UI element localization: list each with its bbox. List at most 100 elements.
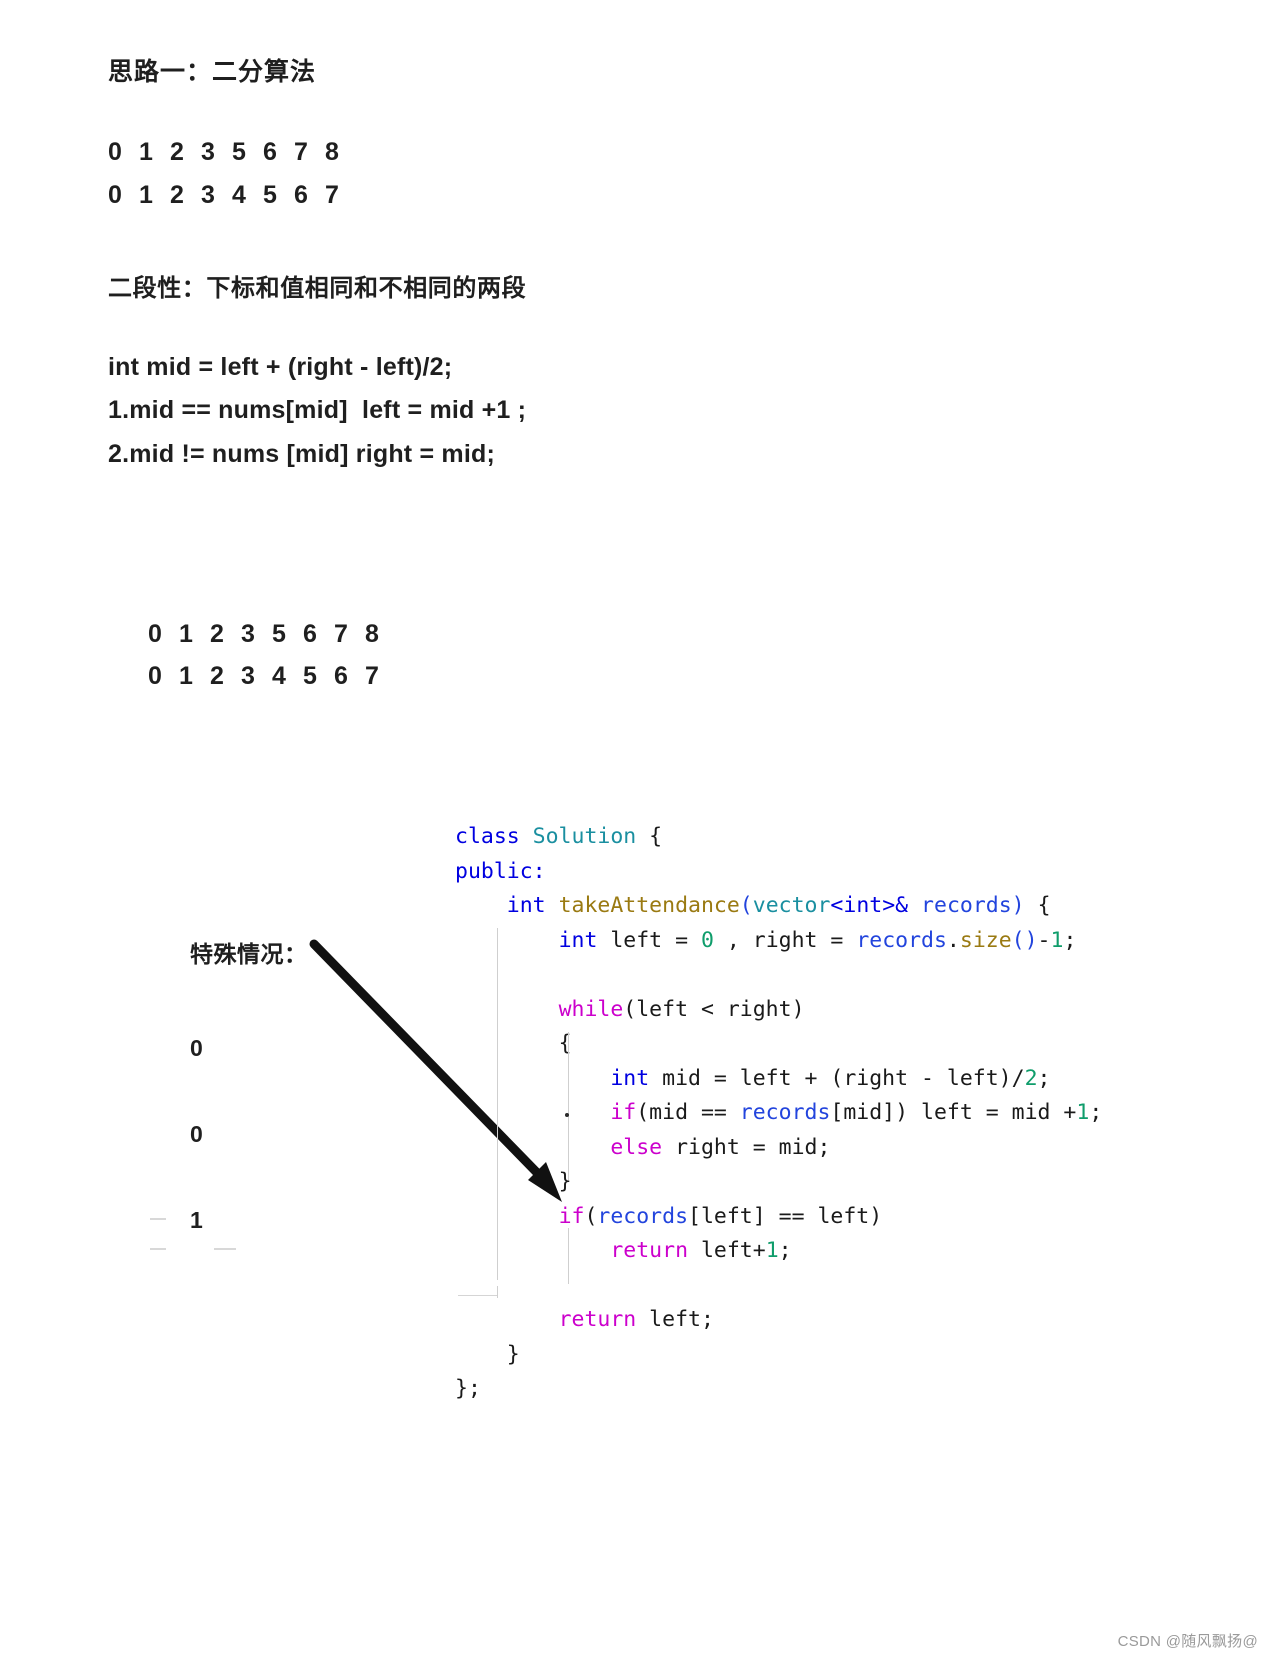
array-index-row-second: 01235678	[148, 620, 396, 649]
special-case-value-1: 0	[190, 1121, 203, 1147]
array-index-cell: 3	[241, 620, 255, 648]
formula-line-1: int mid = left + (right - left)/2;	[108, 353, 453, 381]
stray-dot	[565, 1113, 569, 1117]
indent-guide-underline	[458, 1295, 498, 1296]
code-block[interactable]: class Solution {public: int takeAttendan…	[455, 820, 1102, 1407]
code-token: mid = left + (right - left)/	[649, 1065, 1025, 1091]
code-token: };	[455, 1376, 481, 1401]
code-token: records	[597, 1203, 689, 1229]
indent-guide-2	[568, 1032, 569, 1180]
code-token: ;	[778, 1238, 792, 1263]
array-value-cell: 7	[365, 662, 379, 690]
array-index-cell: 6	[263, 138, 277, 166]
code-token: 0	[700, 927, 714, 953]
array-index-cell: 1	[139, 138, 153, 166]
array-value-cell: 0	[108, 181, 122, 209]
code-token: [left] == left)	[688, 1203, 883, 1229]
code-line: while(left < right)	[455, 993, 1102, 1028]
code-line: int mid = left + (right - left)/2;	[455, 1062, 1102, 1097]
code-token: left;	[636, 1307, 714, 1332]
array-value-cell: 1	[139, 181, 153, 209]
code-token: 1	[1050, 927, 1064, 953]
array-index-cell: 2	[210, 620, 224, 648]
code-line: return left+1;	[455, 1234, 1102, 1269]
code-token: -	[1037, 927, 1051, 953]
code-token: records	[739, 1100, 831, 1125]
code-line: if(records[left] == left)	[455, 1200, 1102, 1235]
indent-guide-3	[568, 1228, 569, 1284]
code-token: right = mid;	[662, 1134, 831, 1160]
array-index-cell: 5	[232, 138, 246, 166]
code-token: }	[506, 1341, 520, 1367]
code-line: int left = 0 , right = records.size()-1;	[455, 924, 1102, 959]
code-line: public:	[455, 855, 1102, 890]
array-index-cell: 7	[334, 620, 348, 648]
array-value-cell: 6	[334, 662, 348, 690]
code-token: (left < right)	[623, 996, 805, 1022]
code-token: 2	[1024, 1065, 1038, 1091]
array-value-row-second: 01234567	[148, 662, 396, 691]
code-token: return	[610, 1238, 689, 1263]
array-index-cell: 5	[272, 620, 286, 648]
code-token: )	[1011, 893, 1025, 918]
code-token: >&	[882, 893, 909, 918]
code-token: records	[908, 893, 1012, 918]
array-index-cell: 3	[201, 138, 215, 166]
code-token: ;	[1037, 1065, 1051, 1091]
array-index-cell: 6	[303, 620, 317, 648]
array-index-cell: 7	[294, 138, 308, 166]
code-token: Solution	[532, 824, 637, 849]
array-value-cell: 2	[170, 181, 184, 209]
array-value-cell: 4	[232, 181, 246, 209]
code-token: while	[558, 996, 624, 1022]
indent-guide-1	[497, 928, 498, 1280]
code-token: left+	[688, 1238, 766, 1263]
array-index-cell: 0	[108, 138, 122, 166]
special-case-value-2: 1	[190, 1207, 203, 1233]
code-line: }	[455, 1338, 1102, 1373]
code-token: int	[506, 893, 546, 918]
array-value-cell: 3	[201, 181, 215, 209]
code-token: ;	[1089, 1100, 1103, 1125]
code-token: 1	[765, 1238, 779, 1263]
code-token: 1	[1076, 1100, 1090, 1125]
code-line: else right = mid;	[455, 1131, 1102, 1166]
code-line: if(mid == records[mid]) left = mid +1;	[455, 1096, 1102, 1131]
special-case-label: 特殊情况：	[190, 941, 308, 967]
array-index-cell: 8	[365, 620, 379, 648]
code-token: else	[610, 1134, 663, 1160]
faint-mark-right	[214, 1248, 236, 1250]
code-token: records	[856, 927, 947, 953]
special-case-value-0: 0	[190, 1035, 203, 1061]
faint-mark-upper	[150, 1218, 166, 1220]
code-token: [mid]) left = mid +	[830, 1100, 1077, 1125]
code-line: {	[455, 1027, 1102, 1062]
array-value-cell: 5	[303, 662, 317, 690]
code-token: int	[610, 1065, 650, 1091]
array-value-cell: 7	[325, 181, 339, 209]
code-token: {	[1024, 893, 1051, 918]
code-token: if	[610, 1100, 637, 1125]
code-token: class	[455, 824, 533, 849]
array-value-cell: 2	[210, 662, 224, 690]
code-token: vector	[752, 893, 831, 918]
code-line: return left;	[455, 1303, 1102, 1338]
formula-line-3: 2.mid != nums [mid] right = mid;	[108, 440, 495, 468]
code-token: left =	[597, 927, 701, 953]
array-value-cell: 1	[179, 662, 193, 690]
array-index-cell: 8	[325, 138, 339, 166]
